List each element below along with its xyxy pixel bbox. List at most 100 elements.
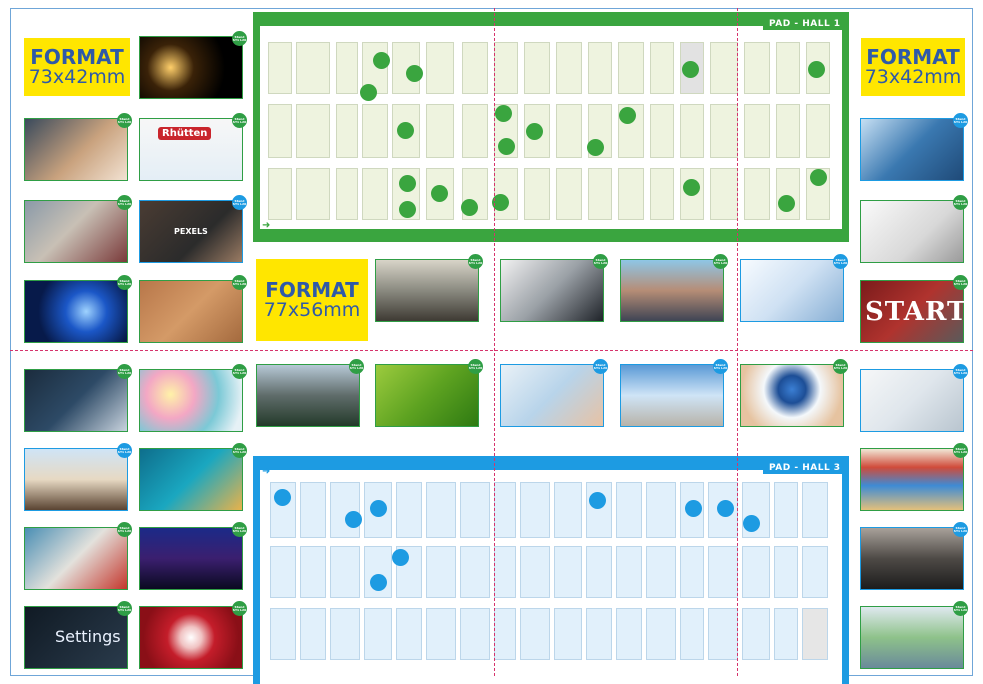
format-size: 77x56mm	[263, 298, 361, 321]
stand-booth	[296, 42, 330, 94]
photo-image	[861, 119, 963, 180]
stand-booth	[744, 42, 770, 94]
exhibitor-photo[interactable]: Stand ST1 L20	[860, 364, 968, 432]
crop-line	[10, 350, 973, 351]
exhibitor-photo[interactable]: Stand ST1 L20	[860, 113, 968, 181]
stand-badge: Stand ST1 L20	[117, 522, 132, 537]
entrance-arrow-icon: ➜	[262, 220, 271, 231]
exhibitor-photo[interactable]: Stand ST1 L20	[24, 443, 132, 511]
exhibitor-marker-icon[interactable]	[495, 105, 512, 122]
stand-booth	[460, 546, 490, 598]
exhibitor-marker-icon[interactable]	[685, 500, 702, 517]
stand-booth	[520, 482, 550, 538]
stand-badge: Stand ST1 L20	[953, 443, 968, 458]
exhibitor-photo[interactable]: Stand ST1 L20	[24, 522, 132, 590]
exhibitor-photo[interactable]: Stand ST1 L20	[375, 359, 483, 427]
exhibitor-photo[interactable]: Stand ST1 L20	[740, 254, 848, 322]
stand-booth	[554, 546, 582, 598]
exhibitor-marker-icon[interactable]	[392, 549, 409, 566]
exhibitor-photo[interactable]: Stand ST1 L20	[740, 359, 848, 427]
stand-booth	[708, 546, 738, 598]
exhibitor-marker-icon[interactable]	[274, 489, 291, 506]
exhibitor-marker-icon[interactable]	[373, 52, 390, 69]
stand-booth	[586, 546, 612, 598]
exhibitor-photo[interactable]: Stand ST1 L20	[139, 364, 247, 432]
exhibitor-marker-icon[interactable]	[717, 500, 734, 517]
stand-badge: Stand ST1 L20	[232, 443, 247, 458]
stand-booth	[296, 168, 330, 220]
exhibitor-photo[interactable]: Stand ST1 L20	[500, 359, 608, 427]
stand-booth	[616, 546, 642, 598]
stand-booth	[300, 546, 326, 598]
exhibitor-photo[interactable]: Stand ST1 L20	[139, 443, 247, 511]
exhibitor-photo[interactable]: Stand ST1 L20	[860, 522, 968, 590]
exhibitor-marker-icon[interactable]	[808, 61, 825, 78]
exhibitor-marker-icon[interactable]	[370, 574, 387, 591]
photo-image	[621, 260, 723, 321]
exhibitor-photo[interactable]: Stand ST1 L20	[860, 443, 968, 511]
exhibitor-photo[interactable]: Stand ST1 L20	[139, 601, 247, 669]
stand-booth	[426, 482, 456, 538]
stand-badge: Stand ST1 L20	[117, 443, 132, 458]
exhibitor-photo[interactable]: Stand ST1 L20	[256, 359, 364, 427]
exhibitor-marker-icon[interactable]	[526, 123, 543, 140]
exhibitor-marker-icon[interactable]	[587, 139, 604, 156]
stand-booth	[586, 608, 612, 660]
photo-image	[621, 365, 723, 426]
photo-image	[861, 449, 963, 510]
exhibitor-photo[interactable]: Stand ST1 L20 PEXELS	[139, 195, 247, 263]
exhibitor-photo[interactable]: Stand ST1 L20	[24, 195, 132, 263]
exhibitor-photo[interactable]: Stand ST1 L20	[24, 113, 132, 181]
exhibitor-photo[interactable]: Stand ST1 L20	[139, 522, 247, 590]
stand-booth	[744, 104, 770, 158]
exhibitor-marker-icon[interactable]	[360, 84, 377, 101]
stand-badge: Stand ST1 L20	[953, 113, 968, 128]
exhibitor-marker-icon[interactable]	[498, 138, 515, 155]
exhibitor-marker-icon[interactable]	[370, 500, 387, 517]
exhibitor-marker-icon[interactable]	[589, 492, 606, 509]
exhibitor-photo[interactable]: Stand ST1 L20	[139, 31, 247, 99]
photo-image	[861, 370, 963, 431]
stand-badge: Stand ST1 L20	[349, 359, 364, 374]
stand-badge: Stand ST1 L20	[232, 195, 247, 210]
stand-badge: Stand ST1 L20	[232, 31, 247, 46]
exhibitor-marker-icon[interactable]	[406, 65, 423, 82]
exhibitor-photo[interactable]: Stand ST1 L20 Rhütten	[139, 113, 247, 181]
exhibitor-photo[interactable]: Stand ST1 L20	[375, 254, 483, 322]
stand-badge: Stand ST1 L20	[117, 195, 132, 210]
crop-line	[494, 8, 495, 676]
exhibitor-photo[interactable]: Stand ST1 L20	[24, 275, 132, 343]
stand-badge: Stand ST1 L20	[593, 359, 608, 374]
photo-image	[25, 528, 127, 589]
stand-badge: Stand ST1 L20	[232, 113, 247, 128]
exhibitor-marker-icon[interactable]	[619, 107, 636, 124]
exhibitor-marker-icon[interactable]	[778, 195, 795, 212]
photo-image	[501, 365, 603, 426]
exhibitor-photo[interactable]: Stand ST1 L20	[500, 254, 608, 322]
exhibitor-photo[interactable]: Stand ST1 L20	[620, 359, 728, 427]
exhibitor-photo[interactable]: Stand ST1 L20	[860, 601, 968, 669]
exhibitor-marker-icon[interactable]	[682, 61, 699, 78]
exhibitor-marker-icon[interactable]	[345, 511, 362, 528]
photo-image	[376, 260, 478, 321]
exhibitor-photo[interactable]: Stand ST1 L20	[139, 275, 247, 343]
exhibitor-marker-icon[interactable]	[743, 515, 760, 532]
exhibitor-marker-icon[interactable]	[461, 199, 478, 216]
exhibitor-marker-icon[interactable]	[399, 175, 416, 192]
stand-booth	[742, 608, 770, 660]
exhibitor-marker-icon[interactable]	[683, 179, 700, 196]
exhibitor-marker-icon[interactable]	[399, 201, 416, 218]
exhibitor-photo[interactable]: Stand ST1 L20 Settings	[24, 601, 132, 669]
exhibitor-photo[interactable]: Stand ST1 L20	[620, 254, 728, 322]
exhibitor-marker-icon[interactable]	[431, 185, 448, 202]
stand-booth	[426, 104, 454, 158]
stand-booth	[774, 608, 798, 660]
format-box-right: FORMAT 73x42mm	[861, 38, 965, 96]
exhibitor-photo[interactable]: Stand ST1 L20	[24, 364, 132, 432]
exhibitor-photo[interactable]: Stand ST1 L20	[860, 195, 968, 263]
exhibitor-photo[interactable]: Stand ST1 L20 START	[860, 275, 968, 343]
exhibitor-marker-icon[interactable]	[397, 122, 414, 139]
stand-booth	[556, 168, 582, 220]
stand-booth	[616, 608, 642, 660]
exhibitor-marker-icon[interactable]	[810, 169, 827, 186]
